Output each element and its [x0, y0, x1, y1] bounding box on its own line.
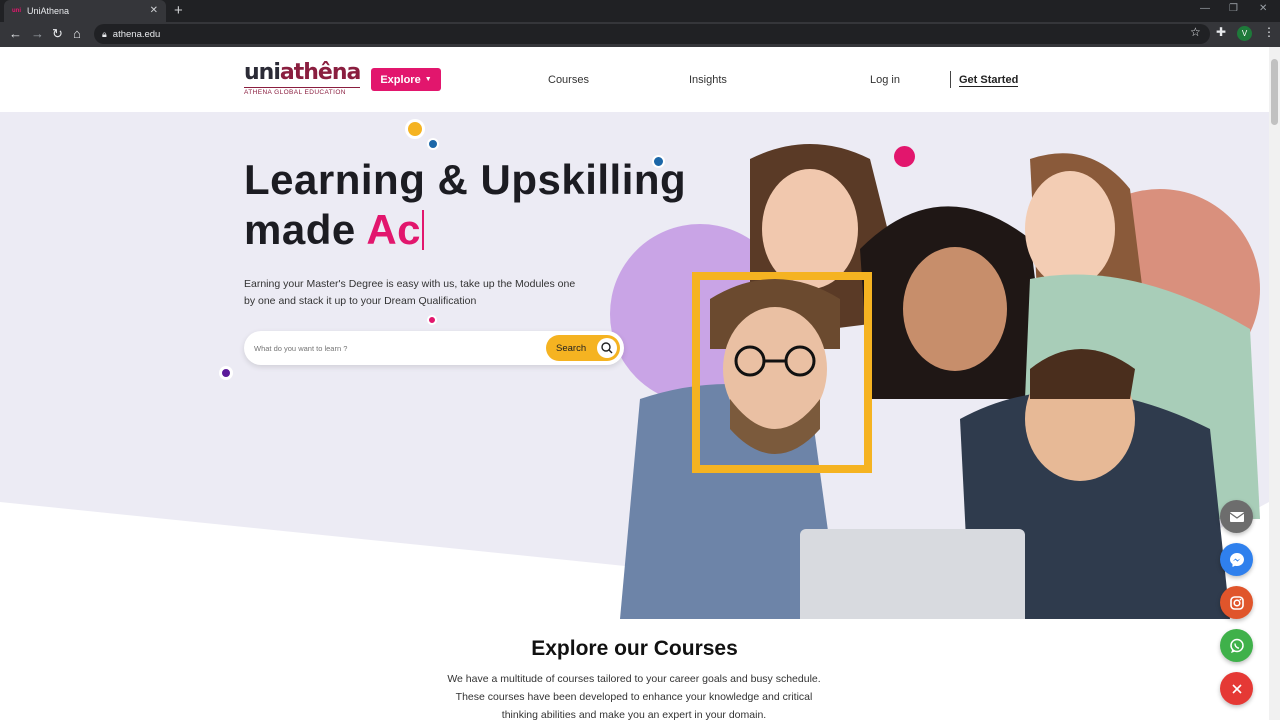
- browser-toolbar: ← → ↻ ⌂ 🔒︎ athena.edu ☆ ✚ ⋮: [0, 22, 1280, 47]
- close-icon: [1231, 683, 1242, 694]
- explore-button[interactable]: Explore ▼: [371, 68, 441, 91]
- login-link[interactable]: Log in: [870, 74, 900, 86]
- typing-cursor: [422, 210, 425, 250]
- lock-icon: 🔒︎: [102, 28, 107, 39]
- menu-kebab-icon[interactable]: ⋮: [1263, 25, 1275, 39]
- page-viewport: uniathêna ATHENA GLOBAL EDUCATION Explor…: [0, 47, 1269, 720]
- whatsapp-icon: [1229, 638, 1244, 653]
- courses-section-title: Explore our Courses: [531, 637, 738, 660]
- address-bar[interactable]: 🔒︎ athena.edu: [94, 24, 1210, 44]
- restore-icon[interactable]: ❐: [1229, 3, 1238, 14]
- search-button[interactable]: Search: [546, 335, 620, 361]
- new-tab-icon[interactable]: +: [174, 2, 183, 19]
- profile-avatar[interactable]: V: [1237, 26, 1252, 41]
- tab-close-icon[interactable]: ✕: [150, 5, 158, 16]
- search-button-label: Search: [556, 342, 587, 354]
- hero-photo: [610, 99, 1269, 639]
- url-text: athena.edu: [112, 28, 161, 40]
- mail-button[interactable]: [1220, 500, 1253, 533]
- browser-tab[interactable]: uni UniAthena ✕: [4, 0, 166, 22]
- decor-dot-blue: [427, 138, 439, 150]
- uniathena-logo[interactable]: uniathêna ATHENA GLOBAL EDUCATION: [244, 60, 361, 96]
- browser-tab-bar: uni UniAthena ✕ + — ❐ ✕: [0, 0, 1280, 22]
- get-started-link[interactable]: Get Started: [959, 74, 1019, 87]
- decor-dot-pink-2: [427, 315, 437, 325]
- reload-icon[interactable]: ↻: [52, 26, 63, 42]
- page-scrollbar[interactable]: [1269, 47, 1280, 720]
- logo-uni: uni: [244, 60, 281, 85]
- site-header: uniathêna ATHENA GLOBAL EDUCATION Explor…: [0, 47, 1269, 112]
- close-fab-button[interactable]: [1220, 672, 1253, 705]
- nav-divider: [950, 71, 951, 88]
- instagram-icon: [1229, 595, 1244, 610]
- favicon-icon: uni: [12, 8, 21, 14]
- extensions-icon[interactable]: ✚: [1216, 25, 1226, 39]
- headline-typed-word: Ac: [366, 206, 422, 253]
- caret-down-icon: ▼: [424, 76, 432, 83]
- search-bar: Search: [244, 331, 624, 365]
- scrollbar-thumb[interactable]: [1271, 59, 1278, 125]
- courses-section-text: We have a multitude of courses tailored …: [447, 673, 821, 720]
- instagram-button[interactable]: [1220, 586, 1253, 619]
- minimize-icon[interactable]: —: [1200, 3, 1210, 14]
- logo-tagline: ATHENA GLOBAL EDUCATION: [244, 87, 361, 96]
- home-icon[interactable]: ⌂: [73, 26, 81, 41]
- decor-dot-purple: [219, 366, 233, 380]
- mail-icon: [1229, 511, 1244, 522]
- search-icon: [597, 338, 617, 358]
- back-icon[interactable]: ←: [9, 26, 22, 41]
- messenger-button[interactable]: [1220, 543, 1253, 576]
- hero-subtext: Earning your Master's Degree is easy wit…: [244, 278, 576, 307]
- decor-dot-yellow: [405, 119, 425, 139]
- decor-dot-pink: [894, 146, 915, 167]
- forward-icon[interactable]: →: [31, 26, 44, 41]
- nav-insights[interactable]: Insights: [689, 74, 727, 86]
- bookmark-star-icon[interactable]: ☆: [1190, 25, 1201, 39]
- window-close-icon[interactable]: ✕: [1259, 3, 1267, 14]
- nav-courses[interactable]: Courses: [548, 74, 589, 86]
- search-input[interactable]: [254, 340, 534, 356]
- tab-title: UniAthena: [27, 6, 70, 16]
- logo-athena: athêna: [279, 60, 361, 85]
- headline-line1: Learning & Upskilling: [244, 156, 687, 203]
- explore-label: Explore: [380, 73, 421, 86]
- whatsapp-button[interactable]: [1220, 629, 1253, 662]
- messenger-icon: [1229, 552, 1244, 567]
- hero-headline: Learning & Upskilling made Ac: [244, 155, 686, 255]
- headline-line2-prefix: made: [244, 206, 367, 253]
- students-illustration: [610, 144, 1260, 639]
